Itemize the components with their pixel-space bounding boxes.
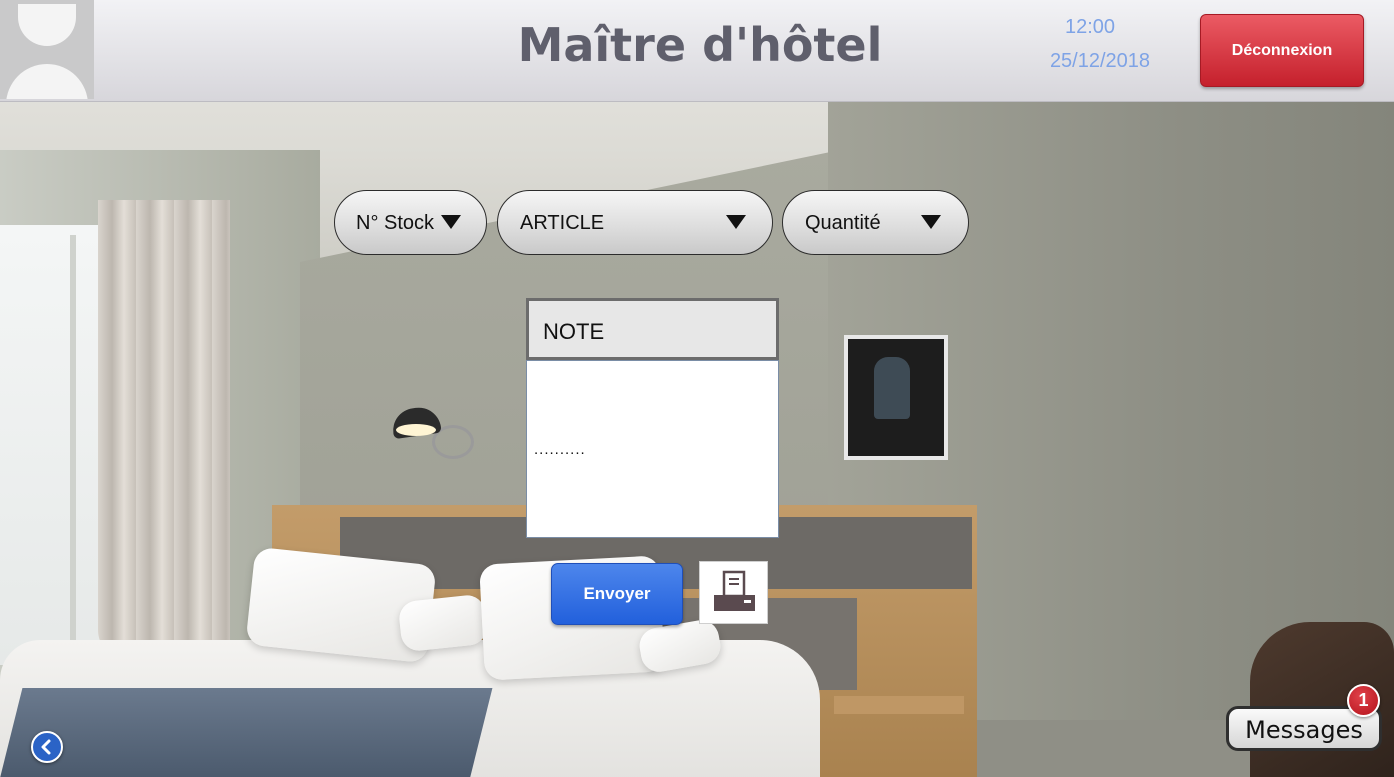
send-button[interactable]: Envoyer	[551, 563, 683, 625]
caret-down-icon	[921, 215, 941, 229]
wall-lamp-light	[396, 424, 436, 436]
note-header: NOTE	[526, 298, 779, 360]
quantity-label: Quantité	[805, 212, 881, 234]
pillow	[397, 593, 489, 653]
wall-painting	[844, 335, 948, 460]
print-button[interactable]	[699, 561, 768, 624]
quantity-dropdown[interactable]: Quantité	[782, 190, 969, 255]
painting-figure	[874, 357, 910, 419]
stock-number-label: N° Stock	[356, 212, 435, 234]
clock-date: 25/12/2018	[1049, 50, 1151, 72]
caret-down-icon	[726, 215, 746, 229]
stock-number-dropdown[interactable]: N° Stock	[334, 190, 487, 255]
header-bar: Maître d'hôtel 12:00 25/12/2018 Déconnex…	[0, 0, 1394, 102]
logout-button[interactable]: Déconnexion	[1200, 14, 1364, 87]
note-text: ..........	[534, 441, 586, 458]
note-header-label: NOTE	[543, 319, 605, 344]
window-frame	[70, 235, 76, 655]
bedside-shelf	[834, 696, 964, 714]
page-title: Maître d'hôtel	[517, 18, 883, 72]
article-label: ARTICLE	[520, 212, 605, 234]
caret-down-icon	[441, 215, 461, 229]
clock-time: 12:00	[1064, 16, 1116, 38]
back-button[interactable]	[31, 731, 63, 763]
chevron-left-icon	[41, 739, 51, 755]
bed-throw	[0, 688, 493, 777]
article-dropdown[interactable]: ARTICLE	[497, 190, 773, 255]
window	[0, 225, 108, 665]
note-textarea[interactable]: ..........	[526, 360, 779, 538]
messages-unread-badge: 1	[1347, 684, 1380, 717]
curtain	[98, 200, 230, 660]
printer-icon	[714, 570, 755, 611]
